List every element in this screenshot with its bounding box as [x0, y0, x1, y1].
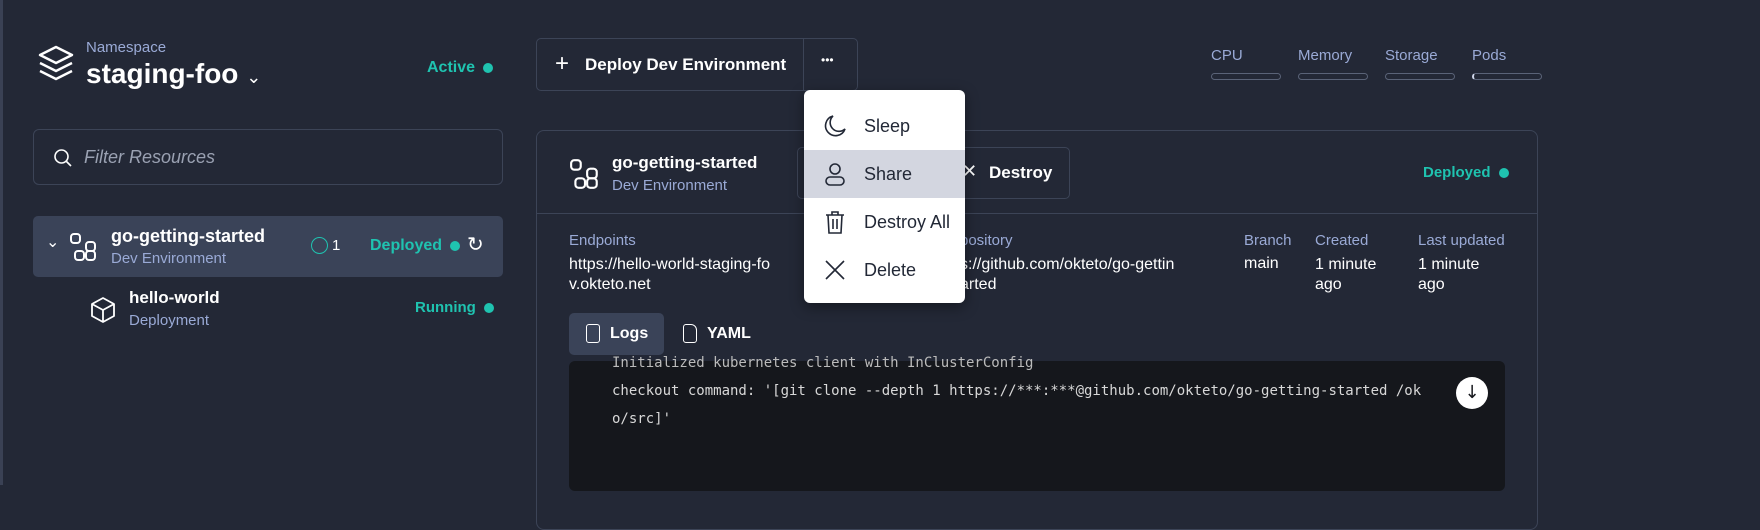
- menu-item-sleep[interactable]: Sleep: [804, 102, 965, 150]
- tree-item-type: Deployment: [129, 312, 210, 329]
- detail-type: Dev Environment: [612, 177, 728, 194]
- log-line: Initialized kubernetes client with InClu…: [612, 355, 1034, 371]
- detail-status: Deployed: [1423, 164, 1509, 181]
- cpu-bar: [1211, 73, 1281, 80]
- last-updated-value: 1 minute ago: [1418, 256, 1480, 293]
- tree-item-name: go-getting-started: [111, 226, 265, 246]
- tree-item-status: Deployed: [370, 237, 461, 255]
- search-icon: [54, 149, 72, 167]
- deploy-dev-environment-button[interactable]: + Deploy Dev Environment: [537, 39, 804, 90]
- log-line: o/src]': [612, 411, 672, 427]
- metric-memory: Memory: [1298, 47, 1368, 80]
- repository-label: pository: [960, 232, 1013, 249]
- user-icon: [825, 163, 845, 186]
- tab-logs[interactable]: Logs: [569, 313, 664, 355]
- window-edge: [0, 0, 3, 485]
- tree-item-status: Running: [415, 299, 494, 316]
- log-line: checkout command: '[git clone --depth 1 …: [612, 383, 1422, 399]
- log-viewer[interactable]: Initialized kubernetes client with InClu…: [569, 355, 1505, 491]
- detail-name: go-getting-started: [612, 153, 758, 172]
- tab-label: YAML: [707, 325, 751, 342]
- file-icon: [683, 324, 697, 343]
- tab-label: Logs: [610, 325, 649, 342]
- deploy-group: + Deploy Dev Environment •••: [536, 38, 858, 91]
- tree-item-count: 1: [332, 237, 341, 254]
- plus-icon: +: [555, 50, 570, 77]
- tree-item-name: hello-world: [129, 288, 220, 307]
- namespace-status: Active: [427, 59, 494, 77]
- filter-placeholder: Filter Resources: [84, 147, 216, 167]
- tree-item-hello-world[interactable]: hello-world Deployment Running: [33, 284, 503, 336]
- metric-cpu: CPU: [1211, 47, 1281, 80]
- chevron-down-icon: ⌄: [246, 67, 262, 87]
- more-options-menu: Sleep Share Destroy All Delete: [804, 90, 965, 303]
- refresh-icon[interactable]: ↻: [467, 232, 484, 257]
- destroy-label: Destroy: [989, 163, 1053, 182]
- dev-environment-icon: [570, 159, 598, 189]
- moon-icon: [824, 115, 846, 137]
- created-value: 1 minute ago: [1315, 256, 1377, 293]
- close-icon: [825, 260, 845, 280]
- menu-item-share[interactable]: Share: [804, 150, 965, 198]
- branch-value: main: [1244, 255, 1279, 272]
- cube-icon: [91, 297, 115, 323]
- memory-bar: [1298, 73, 1368, 80]
- namespace-selector[interactable]: staging-foo ⌄: [86, 58, 261, 90]
- scroll-to-bottom-button[interactable]: ↓: [1456, 377, 1488, 409]
- chevron-down-icon[interactable]: ⌄: [46, 232, 59, 252]
- namespace-label: Namespace: [86, 39, 167, 56]
- trash-icon: [826, 211, 844, 234]
- last-updated-label: Last updated: [1418, 232, 1505, 249]
- pods-bar: [1472, 73, 1542, 80]
- document-icon: [586, 324, 600, 343]
- check-circle-icon: [311, 237, 328, 254]
- repository-link[interactable]: s://github.com/okteto/go-gettin arted: [960, 255, 1174, 295]
- storage-bar: [1385, 73, 1455, 80]
- metric-pods: Pods: [1472, 47, 1542, 80]
- divider: [537, 213, 1537, 214]
- tree-item-go-getting-started[interactable]: ⌄ go-getting-started Dev Environment 1 D…: [33, 216, 503, 277]
- metrics: CPU Memory Storage Pods: [1211, 47, 1542, 80]
- dev-environment-icon: [70, 233, 96, 261]
- tree-item-type: Dev Environment: [111, 250, 227, 267]
- endpoints-label: Endpoints: [569, 232, 636, 249]
- menu-item-delete[interactable]: Delete: [804, 246, 965, 294]
- tab-yaml[interactable]: YAML: [673, 313, 768, 355]
- menu-item-destroy-all[interactable]: Destroy All: [804, 198, 965, 246]
- created-label: Created: [1315, 232, 1369, 249]
- metric-storage: Storage: [1385, 47, 1455, 80]
- layers-icon: [38, 45, 74, 81]
- endpoint-link[interactable]: https://hello-world-staging-fo v.okteto.n…: [569, 255, 770, 295]
- deploy-label: Deploy Dev Environment: [585, 55, 787, 74]
- namespace-name: staging-foo: [86, 58, 239, 89]
- more-options-button[interactable]: •••: [821, 53, 834, 67]
- filter-resources-input[interactable]: Filter Resources: [33, 129, 503, 185]
- branch-label: Branch: [1244, 232, 1292, 249]
